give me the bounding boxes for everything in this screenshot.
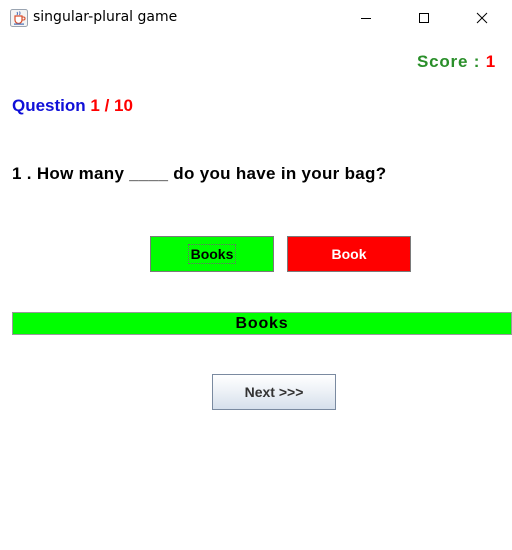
java-cup-icon [10,9,28,27]
close-button[interactable] [459,0,505,36]
score-label: Score : [416,52,486,71]
window-title: singular-plural game [33,9,178,25]
close-icon [476,12,488,24]
minimize-button[interactable] [343,0,389,36]
answer-button-books[interactable]: Books [150,236,274,272]
question-counter-label: Question [12,96,91,115]
answer-button-book[interactable]: Book [287,236,411,272]
maximize-icon [419,13,429,23]
answer-button-label: Books [187,244,237,264]
next-button[interactable]: Next >>> [212,374,336,410]
question-counter-value: 1 / 10 [90,96,133,115]
title-bar[interactable]: singular-plural game [0,0,512,36]
question-counter: Question 1 / 10 [12,96,133,116]
minimize-icon [361,18,371,19]
maximize-button[interactable] [401,0,447,36]
question-text: 1 . How many ____ do you have in your ba… [12,164,387,183]
answer-button-label: Book [331,246,367,262]
score-value: 1 [485,52,496,71]
result-bar: Books [12,312,512,335]
score-display: Score : 1 [417,52,496,72]
